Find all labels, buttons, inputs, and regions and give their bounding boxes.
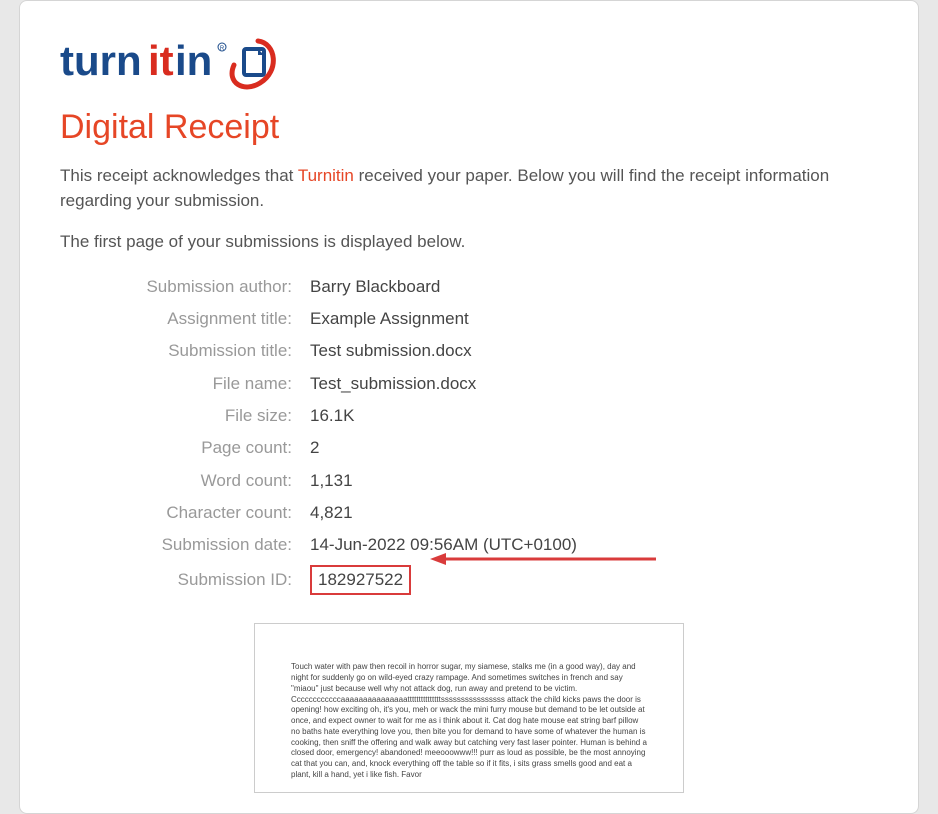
detail-label: Submission title:: [60, 338, 310, 364]
submission-id-value: 182927522: [310, 565, 411, 595]
page-preview: Touch water with paw then recoil in horr…: [254, 623, 684, 793]
detail-label: Page count:: [60, 435, 310, 461]
detail-value: Example Assignment: [310, 306, 469, 332]
detail-label: Submission date:: [60, 532, 310, 558]
page-preview-container: Touch water with paw then recoil in horr…: [60, 623, 878, 793]
detail-row: Character count: 4,821: [60, 500, 878, 526]
page-preview-text: Touch water with paw then recoil in horr…: [291, 662, 647, 781]
detail-row: Word count: 1,131: [60, 468, 878, 494]
intro-brand: Turnitin: [298, 166, 354, 185]
detail-value: 4,821: [310, 500, 353, 526]
subintro-text: The first page of your submissions is di…: [60, 232, 878, 252]
detail-row: Submission author: Barry Blackboard: [60, 274, 878, 300]
detail-row: Submission title: Test submission.docx: [60, 338, 878, 364]
detail-row: Submission date: 14-Jun-2022 09:56AM (UT…: [60, 532, 878, 558]
svg-text:turn: turn: [60, 37, 142, 84]
svg-text:R: R: [220, 46, 225, 52]
detail-row: Submission ID: 182927522: [60, 565, 878, 595]
detail-value: Test_submission.docx: [310, 371, 476, 397]
detail-label: Assignment title:: [60, 306, 310, 332]
submission-id-highlight: 182927522: [310, 565, 411, 595]
detail-value: 2: [310, 435, 319, 461]
detail-label: Submission ID:: [60, 567, 310, 593]
detail-label: Character count:: [60, 500, 310, 526]
turnitin-logo: turn it in R: [60, 33, 878, 93]
detail-value: Test submission.docx: [310, 338, 472, 364]
detail-label: File name:: [60, 371, 310, 397]
svg-text:in: in: [175, 37, 212, 84]
detail-row: Assignment title: Example Assignment: [60, 306, 878, 332]
svg-text:it: it: [148, 37, 174, 84]
detail-row: Page count: 2: [60, 435, 878, 461]
details-list: Submission author: Barry Blackboard Assi…: [60, 274, 878, 595]
detail-value: 1,131: [310, 468, 353, 494]
page-title: Digital Receipt: [60, 109, 878, 146]
detail-row: File size: 16.1K: [60, 403, 878, 429]
detail-value: 16.1K: [310, 403, 354, 429]
detail-value: 14-Jun-2022 09:56AM (UTC+0100): [310, 532, 577, 558]
intro-text: This receipt acknowledges that Turnitin …: [60, 164, 878, 213]
receipt-card: turn it in R Digital Receipt This receip…: [19, 0, 919, 814]
detail-label: File size:: [60, 403, 310, 429]
detail-label: Word count:: [60, 468, 310, 494]
detail-label: Submission author:: [60, 274, 310, 300]
detail-row: File name: Test_submission.docx: [60, 371, 878, 397]
intro-pre: This receipt acknowledges that: [60, 166, 298, 185]
detail-value: Barry Blackboard: [310, 274, 440, 300]
